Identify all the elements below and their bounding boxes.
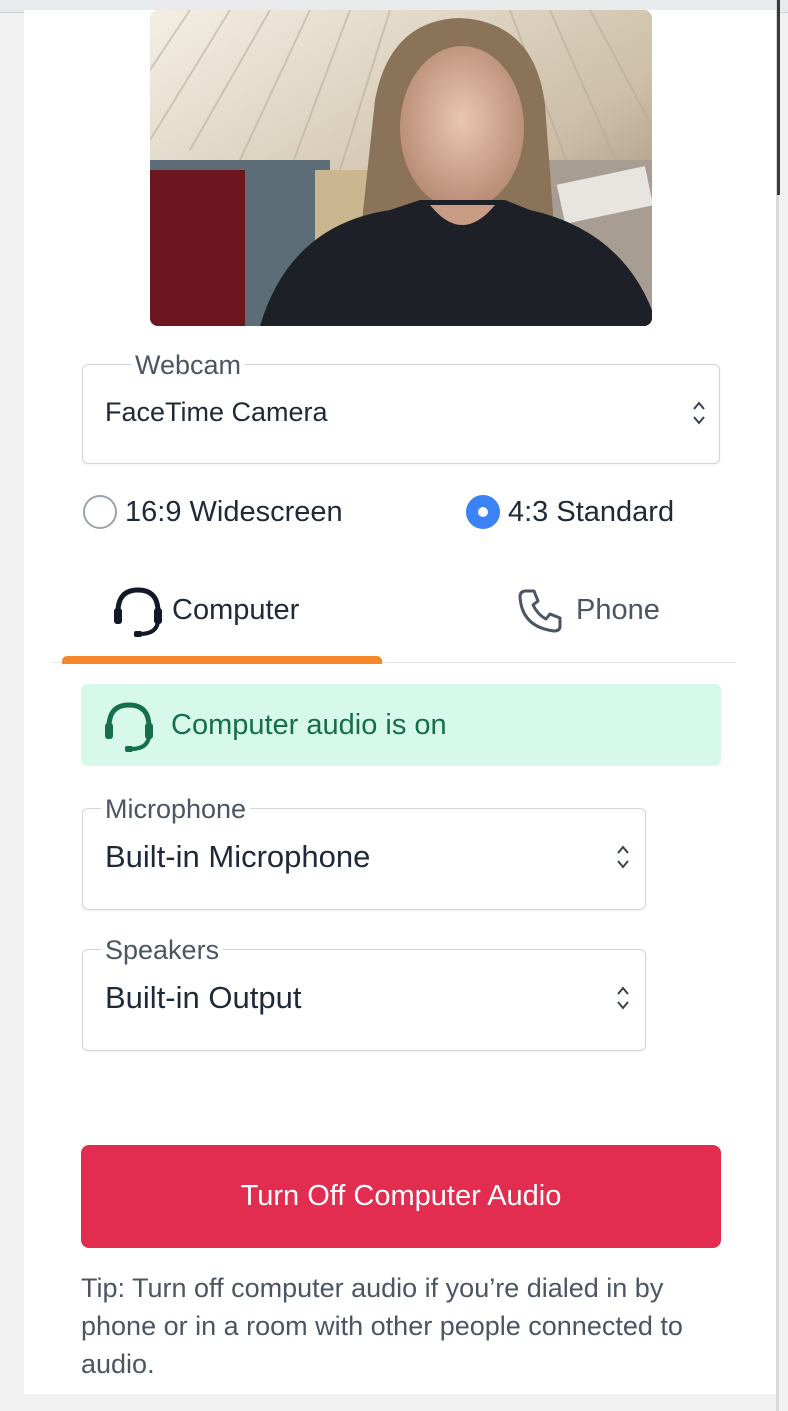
- speakers-label: Speakers: [101, 936, 224, 964]
- webcam-preview-image: [150, 10, 652, 326]
- webcam-selected-value: FaceTime Camera: [105, 397, 328, 427]
- aspect-option-widescreen[interactable]: 16:9 Widescreen: [83, 492, 343, 532]
- scrollbar-thumb[interactable]: [777, 0, 780, 195]
- phone-icon: [518, 589, 562, 633]
- headset-icon: [105, 702, 153, 752]
- audio-status-text: Computer audio is on: [171, 708, 447, 741]
- radio-checked-icon[interactable]: [466, 495, 500, 529]
- aspect-option-label: 4:3 Standard: [508, 495, 675, 528]
- headset-icon: [114, 587, 162, 637]
- audio-status-banner: Computer audio is on: [81, 684, 721, 766]
- aspect-option-standard[interactable]: 4:3 Standard: [466, 492, 674, 532]
- chevron-up-down-icon: [693, 401, 705, 425]
- microphone-select[interactable]: Microphone Built-in Microphone: [82, 795, 646, 910]
- turn-off-computer-audio-button[interactable]: Turn Off Computer Audio: [81, 1145, 721, 1248]
- speakers-selected-value: Built-in Output: [105, 980, 302, 1015]
- tab-computer[interactable]: Computer: [110, 580, 299, 640]
- webcam-select[interactable]: Webcam FaceTime Camera: [82, 351, 720, 464]
- microphone-label: Microphone: [101, 795, 251, 823]
- chevron-up-down-icon: [617, 845, 629, 869]
- radio-unchecked-icon[interactable]: [83, 495, 117, 529]
- tip-text: Tip: Turn off computer audio if you’re d…: [81, 1273, 683, 1379]
- webcam-preview: [150, 10, 652, 326]
- webcam-label: Webcam: [131, 351, 246, 379]
- speakers-select[interactable]: Speakers Built-in Output: [82, 936, 646, 1051]
- tab-label: Computer: [172, 593, 300, 626]
- tab-phone[interactable]: Phone: [516, 580, 660, 640]
- chevron-up-down-icon: [617, 986, 629, 1010]
- tab-label: Phone: [576, 593, 660, 626]
- active-tab-indicator: [62, 656, 382, 664]
- microphone-selected-value: Built-in Microphone: [105, 839, 371, 874]
- aspect-option-label: 16:9 Widescreen: [125, 495, 343, 528]
- scrollbar-track[interactable]: [776, 0, 779, 1411]
